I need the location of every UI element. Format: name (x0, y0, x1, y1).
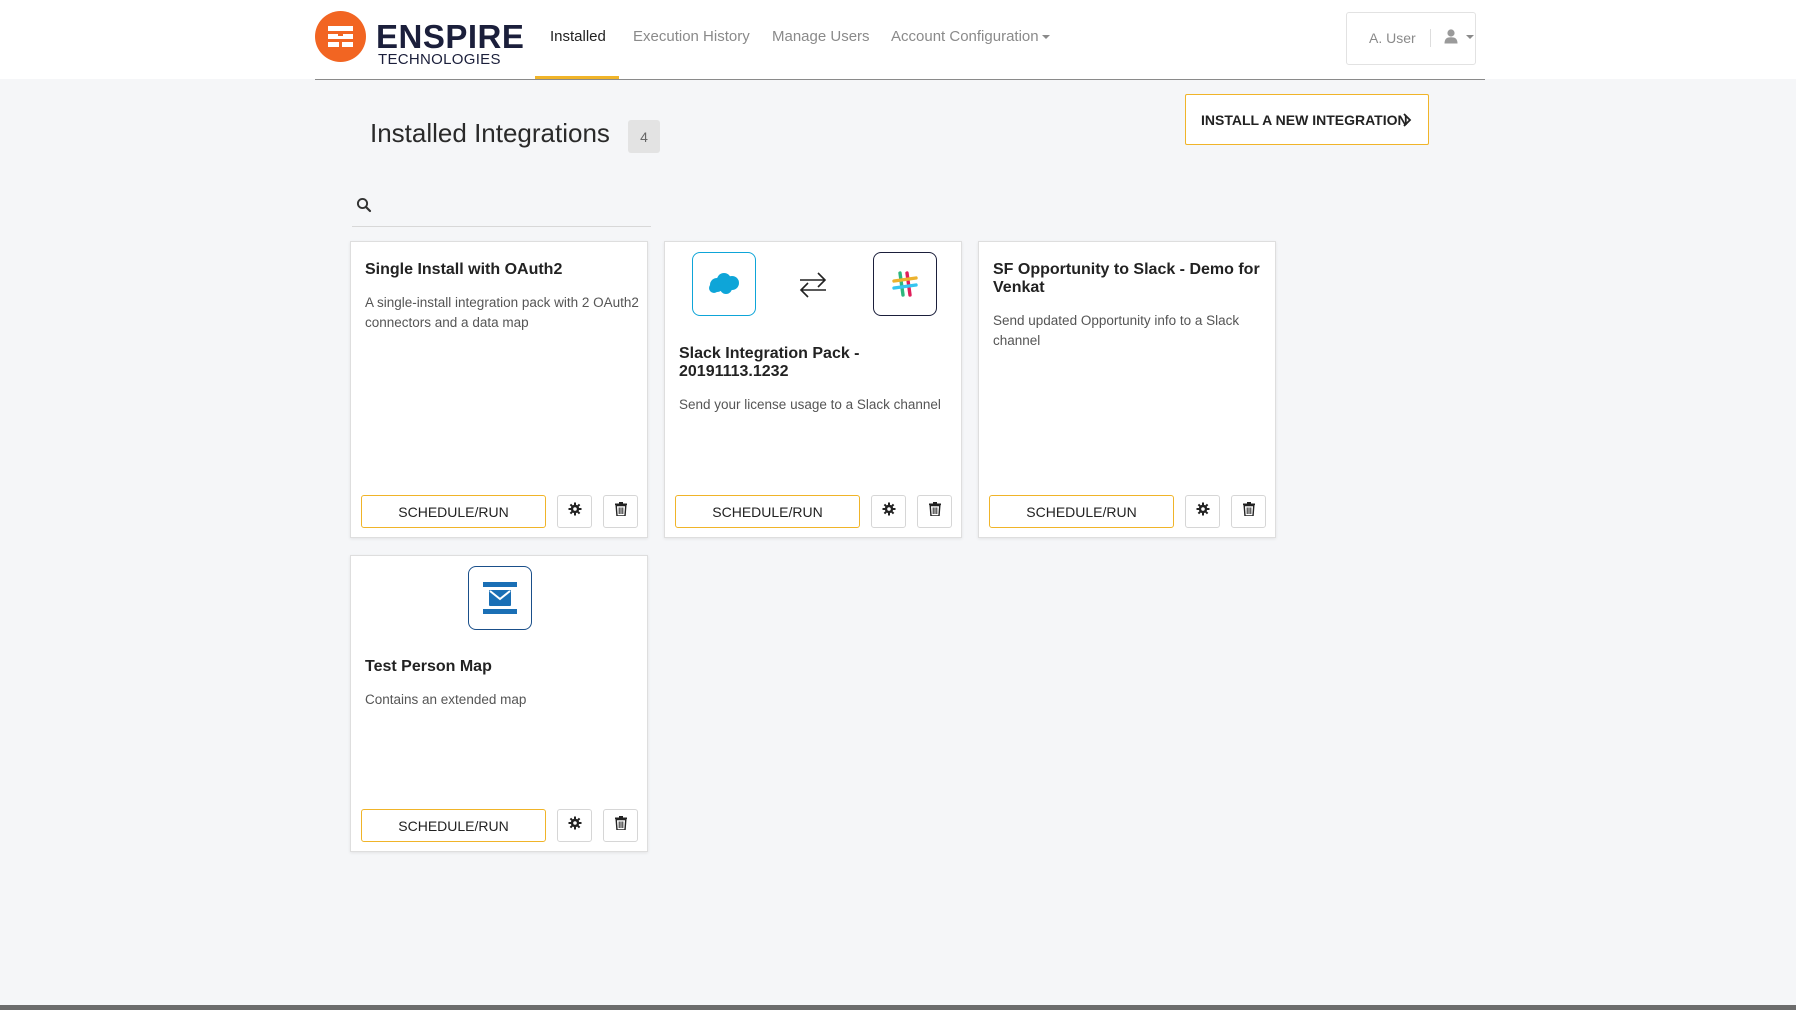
integration-card: Single Install with OAuth2 A single-inst… (350, 241, 648, 538)
card-description: Contains an extended map (365, 692, 527, 707)
chevron-down-icon (1041, 35, 1050, 40)
top-navbar: ENSPIRE TECHNOLOGIES Installed Execution… (0, 0, 1796, 79)
gear-icon (568, 502, 582, 521)
enspire-logo-icon (315, 11, 366, 62)
gear-icon (568, 816, 582, 835)
schedule-run-button[interactable]: SCHEDULE/RUN (361, 495, 546, 528)
card-description: Send updated Opportunity info to a Slack… (993, 313, 1240, 348)
brand-name: ENSPIRE (376, 18, 525, 55)
nav-execution-history[interactable]: Execution History (633, 28, 750, 45)
search-input[interactable] (380, 194, 644, 224)
sync-arrows-icon (796, 269, 830, 306)
integration-count-badge: 4 (628, 120, 660, 153)
install-new-integration-button[interactable]: INSTALL A NEW INTEGRATION (1185, 94, 1429, 145)
gear-icon (1196, 502, 1210, 521)
integration-card: Test Person Map Contains an extended map… (350, 555, 648, 852)
gear-icon (882, 502, 896, 521)
settings-button[interactable] (557, 495, 592, 528)
user-menu[interactable]: A. User (1346, 12, 1476, 65)
delete-button[interactable] (917, 495, 952, 528)
nav-installed[interactable]: Installed (550, 28, 606, 45)
card-title: SF Opportunity to Slack - Demo for Venka… (993, 261, 1260, 296)
settings-button[interactable] (557, 809, 592, 842)
search-bar (352, 192, 651, 227)
settings-button[interactable] (1185, 495, 1220, 528)
trash-icon (614, 502, 627, 521)
card-description: A single-install integration pack with 2… (365, 295, 639, 330)
trash-icon (928, 502, 941, 521)
footer-bar (0, 1005, 1796, 1010)
delete-button[interactable] (603, 495, 638, 528)
nav-account-configuration-label: Account Configuration (891, 28, 1039, 45)
mail-logo (468, 566, 532, 630)
nav-account-configuration[interactable]: Account Configuration (891, 28, 1050, 45)
trash-icon (614, 816, 627, 835)
header-divider (315, 79, 1485, 80)
install-new-integration-label: INSTALL A NEW INTEGRATION (1201, 111, 1408, 128)
schedule-run-button[interactable]: SCHEDULE/RUN (989, 495, 1174, 528)
trash-icon (1242, 502, 1255, 521)
card-description: Send your license usage to a Slack chann… (679, 397, 941, 412)
page-title: Installed Integrations (370, 118, 610, 148)
schedule-run-button[interactable]: SCHEDULE/RUN (361, 809, 546, 842)
brand-subname: TECHNOLOGIES (378, 51, 501, 68)
user-name: A. User (1369, 30, 1416, 46)
delete-button[interactable] (603, 809, 638, 842)
card-title: Slack Integration Pack - 20191113.1232 (679, 345, 860, 380)
slack-logo (873, 252, 937, 316)
salesforce-logo (692, 252, 756, 316)
delete-button[interactable] (1231, 495, 1266, 528)
integration-card: Slack Integration Pack - 20191113.1232 S… (664, 241, 962, 538)
card-title: Test Person Map (365, 658, 492, 675)
schedule-run-button[interactable]: SCHEDULE/RUN (675, 495, 860, 528)
integration-card: SF Opportunity to Slack - Demo for Venka… (978, 241, 1276, 538)
search-icon (356, 197, 372, 218)
divider (1430, 29, 1431, 47)
user-icon (1443, 28, 1459, 49)
nav-manage-users[interactable]: Manage Users (772, 28, 870, 45)
chevron-right-icon (1402, 112, 1412, 131)
card-title: Single Install with OAuth2 (365, 261, 563, 278)
chevron-down-icon (1466, 35, 1474, 39)
settings-button[interactable] (871, 495, 906, 528)
